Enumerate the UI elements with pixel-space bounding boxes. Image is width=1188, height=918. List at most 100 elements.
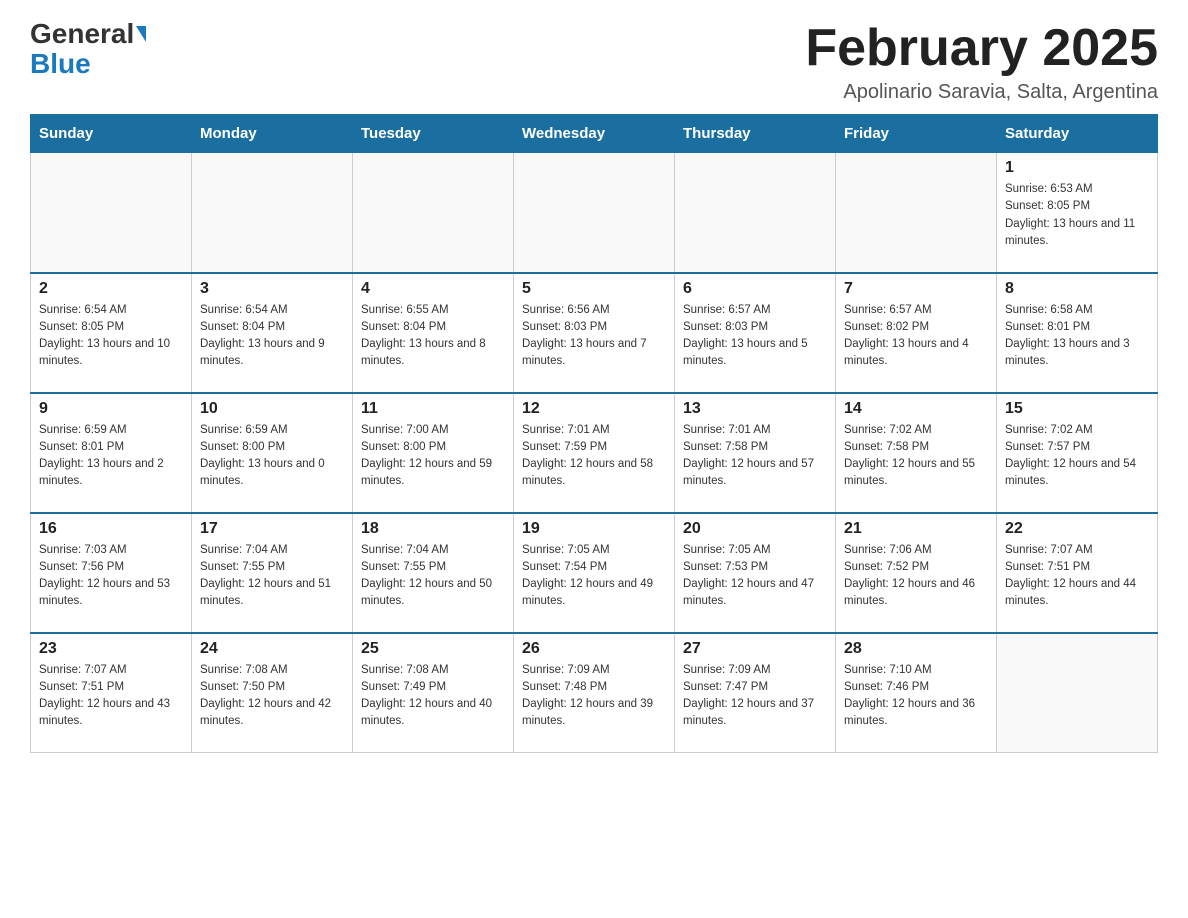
calendar-cell: 21 Sunrise: 7:06 AMSunset: 7:52 PMDayligh… — [836, 513, 997, 633]
calendar-cell: 17 Sunrise: 7:04 AMSunset: 7:55 PMDayligh… — [192, 513, 353, 633]
calendar-cell: 18 Sunrise: 7:04 AMSunset: 7:55 PMDayligh… — [353, 513, 514, 633]
day-number: 7 — [844, 280, 988, 298]
calendar-cell: 6 Sunrise: 6:57 AMSunset: 8:03 PMDaylight… — [675, 273, 836, 393]
calendar-cell: 22Sunrise: 7:07 AMSunset: 7:51 PMDayligh… — [997, 513, 1158, 633]
day-info: Sunrise: 7:10 AMSunset: 7:46 PMDaylight:… — [844, 662, 988, 731]
calendar-cell: 5Sunrise: 6:56 AMSunset: 8:03 PMDaylight… — [514, 273, 675, 393]
day-number: 5 — [522, 280, 666, 298]
calendar-cell — [353, 153, 514, 273]
day-info: Sunrise: 6:57 AMSunset: 8:02 PMDaylight:… — [844, 302, 988, 371]
calendar-table: Sunday Monday Tuesday Wednesday Thursday… — [30, 114, 1158, 753]
calendar-cell — [836, 153, 997, 273]
day-number: 4 — [361, 280, 505, 298]
day-number: 25 — [361, 640, 505, 658]
day-number: 27 — [683, 640, 827, 658]
day-info: Sunrise: 7:04 AMSunset: 7:55 PMDaylight:… — [200, 542, 344, 611]
day-number: 17 — [200, 520, 344, 538]
calendar-cell: 19 Sunrise: 7:05 AMSunset: 7:54 PMDayligh… — [514, 513, 675, 633]
day-info: Sunrise: 6:55 AMSunset: 8:04 PMDaylight:… — [361, 302, 505, 371]
calendar-week-row: 2Sunrise: 6:54 AMSunset: 8:05 PMDaylight… — [31, 273, 1158, 393]
day-info: Sunrise: 7:06 AMSunset: 7:52 PMDaylight:… — [844, 542, 988, 611]
day-info: Sunrise: 6:53 AMSunset: 8:05 PMDaylight:… — [1005, 181, 1149, 250]
calendar-week-row: 23 Sunrise: 7:07 AMSunset: 7:51 PMDayligh… — [31, 633, 1158, 753]
day-number: 28 — [844, 640, 988, 658]
day-info: Sunrise: 7:03 AMSunset: 7:56 PMDaylight:… — [39, 542, 183, 611]
page-header: General Blue February 2025 Apolinario Sa… — [30, 20, 1158, 104]
logo-general: General — [30, 20, 134, 48]
day-number: 1 — [1005, 159, 1149, 177]
month-title: February 2025 — [805, 20, 1158, 77]
calendar-cell — [997, 633, 1158, 753]
calendar-cell: 28 Sunrise: 7:10 AMSunset: 7:46 PMDayligh… — [836, 633, 997, 753]
header-wednesday: Wednesday — [514, 115, 675, 153]
day-info: Sunrise: 6:54 AMSunset: 8:04 PMDaylight:… — [200, 302, 344, 371]
logo-arrow-icon — [136, 26, 146, 42]
day-info: Sunrise: 7:07 AMSunset: 7:51 PMDaylight:… — [39, 662, 183, 731]
calendar-cell — [31, 153, 192, 273]
day-number: 15 — [1005, 400, 1149, 418]
day-info: Sunrise: 7:05 AMSunset: 7:54 PMDaylight:… — [522, 542, 666, 611]
calendar-cell: 9Sunrise: 6:59 AMSunset: 8:01 PMDaylight… — [31, 393, 192, 513]
calendar-cell: 24 Sunrise: 7:08 AMSunset: 7:50 PMDayligh… — [192, 633, 353, 753]
day-number: 6 — [683, 280, 827, 298]
logo-blue: Blue — [30, 48, 91, 80]
day-number: 16 — [39, 520, 183, 538]
header-tuesday: Tuesday — [353, 115, 514, 153]
day-number: 23 — [39, 640, 183, 658]
calendar-header-row: Sunday Monday Tuesday Wednesday Thursday… — [31, 115, 1158, 153]
location-title: Apolinario Saravia, Salta, Argentina — [805, 81, 1158, 104]
calendar-body: 1 Sunrise: 6:53 AMSunset: 8:05 PMDaylight… — [31, 153, 1158, 753]
calendar-cell: 26Sunrise: 7:09 AMSunset: 7:48 PMDayligh… — [514, 633, 675, 753]
day-number: 21 — [844, 520, 988, 538]
calendar-cell: 8Sunrise: 6:58 AMSunset: 8:01 PMDaylight… — [997, 273, 1158, 393]
calendar-cell: 10Sunrise: 6:59 AMSunset: 8:00 PMDayligh… — [192, 393, 353, 513]
header-sunday: Sunday — [31, 115, 192, 153]
calendar-cell: 25 Sunrise: 7:08 AMSunset: 7:49 PMDayligh… — [353, 633, 514, 753]
day-number: 11 — [361, 400, 505, 418]
day-number: 3 — [200, 280, 344, 298]
calendar-cell: 11 Sunrise: 7:00 AMSunset: 8:00 PMDayligh… — [353, 393, 514, 513]
day-info: Sunrise: 7:09 AMSunset: 7:47 PMDaylight:… — [683, 662, 827, 731]
day-number: 18 — [361, 520, 505, 538]
day-info: Sunrise: 7:08 AMSunset: 7:49 PMDaylight:… — [361, 662, 505, 731]
day-number: 12 — [522, 400, 666, 418]
day-info: Sunrise: 6:54 AMSunset: 8:05 PMDaylight:… — [39, 302, 183, 371]
day-number: 8 — [1005, 280, 1149, 298]
title-section: February 2025 Apolinario Saravia, Salta,… — [805, 20, 1158, 104]
day-number: 10 — [200, 400, 344, 418]
day-number: 24 — [200, 640, 344, 658]
day-info: Sunrise: 7:02 AMSunset: 7:58 PMDaylight:… — [844, 422, 988, 491]
day-number: 22 — [1005, 520, 1149, 538]
calendar-cell: 3 Sunrise: 6:54 AMSunset: 8:04 PMDaylight… — [192, 273, 353, 393]
day-number: 26 — [522, 640, 666, 658]
calendar-week-row: 16 Sunrise: 7:03 AMSunset: 7:56 PMDayligh… — [31, 513, 1158, 633]
day-info: Sunrise: 7:08 AMSunset: 7:50 PMDaylight:… — [200, 662, 344, 731]
calendar-cell — [192, 153, 353, 273]
calendar-cell — [675, 153, 836, 273]
calendar-cell: 23 Sunrise: 7:07 AMSunset: 7:51 PMDayligh… — [31, 633, 192, 753]
day-number: 19 — [522, 520, 666, 538]
calendar-cell: 16 Sunrise: 7:03 AMSunset: 7:56 PMDayligh… — [31, 513, 192, 633]
header-saturday: Saturday — [997, 115, 1158, 153]
calendar-cell: 12 Sunrise: 7:01 AMSunset: 7:59 PMDayligh… — [514, 393, 675, 513]
day-info: Sunrise: 7:01 AMSunset: 7:59 PMDaylight:… — [522, 422, 666, 491]
calendar-cell: 1 Sunrise: 6:53 AMSunset: 8:05 PMDaylight… — [997, 153, 1158, 273]
calendar-cell: 15Sunrise: 7:02 AMSunset: 7:57 PMDayligh… — [997, 393, 1158, 513]
day-info: Sunrise: 6:57 AMSunset: 8:03 PMDaylight:… — [683, 302, 827, 371]
calendar-cell: 27 Sunrise: 7:09 AMSunset: 7:47 PMDayligh… — [675, 633, 836, 753]
calendar-cell: 14 Sunrise: 7:02 AMSunset: 7:58 PMDayligh… — [836, 393, 997, 513]
header-friday: Friday — [836, 115, 997, 153]
day-number: 14 — [844, 400, 988, 418]
header-monday: Monday — [192, 115, 353, 153]
header-thursday: Thursday — [675, 115, 836, 153]
calendar-cell: 13Sunrise: 7:01 AMSunset: 7:58 PMDayligh… — [675, 393, 836, 513]
day-info: Sunrise: 7:04 AMSunset: 7:55 PMDaylight:… — [361, 542, 505, 611]
calendar-week-row: 9Sunrise: 6:59 AMSunset: 8:01 PMDaylight… — [31, 393, 1158, 513]
logo: General Blue — [30, 20, 146, 80]
day-info: Sunrise: 7:00 AMSunset: 8:00 PMDaylight:… — [361, 422, 505, 491]
day-number: 20 — [683, 520, 827, 538]
calendar-cell: 2Sunrise: 6:54 AMSunset: 8:05 PMDaylight… — [31, 273, 192, 393]
day-number: 9 — [39, 400, 183, 418]
calendar-cell — [514, 153, 675, 273]
day-info: Sunrise: 7:01 AMSunset: 7:58 PMDaylight:… — [683, 422, 827, 491]
